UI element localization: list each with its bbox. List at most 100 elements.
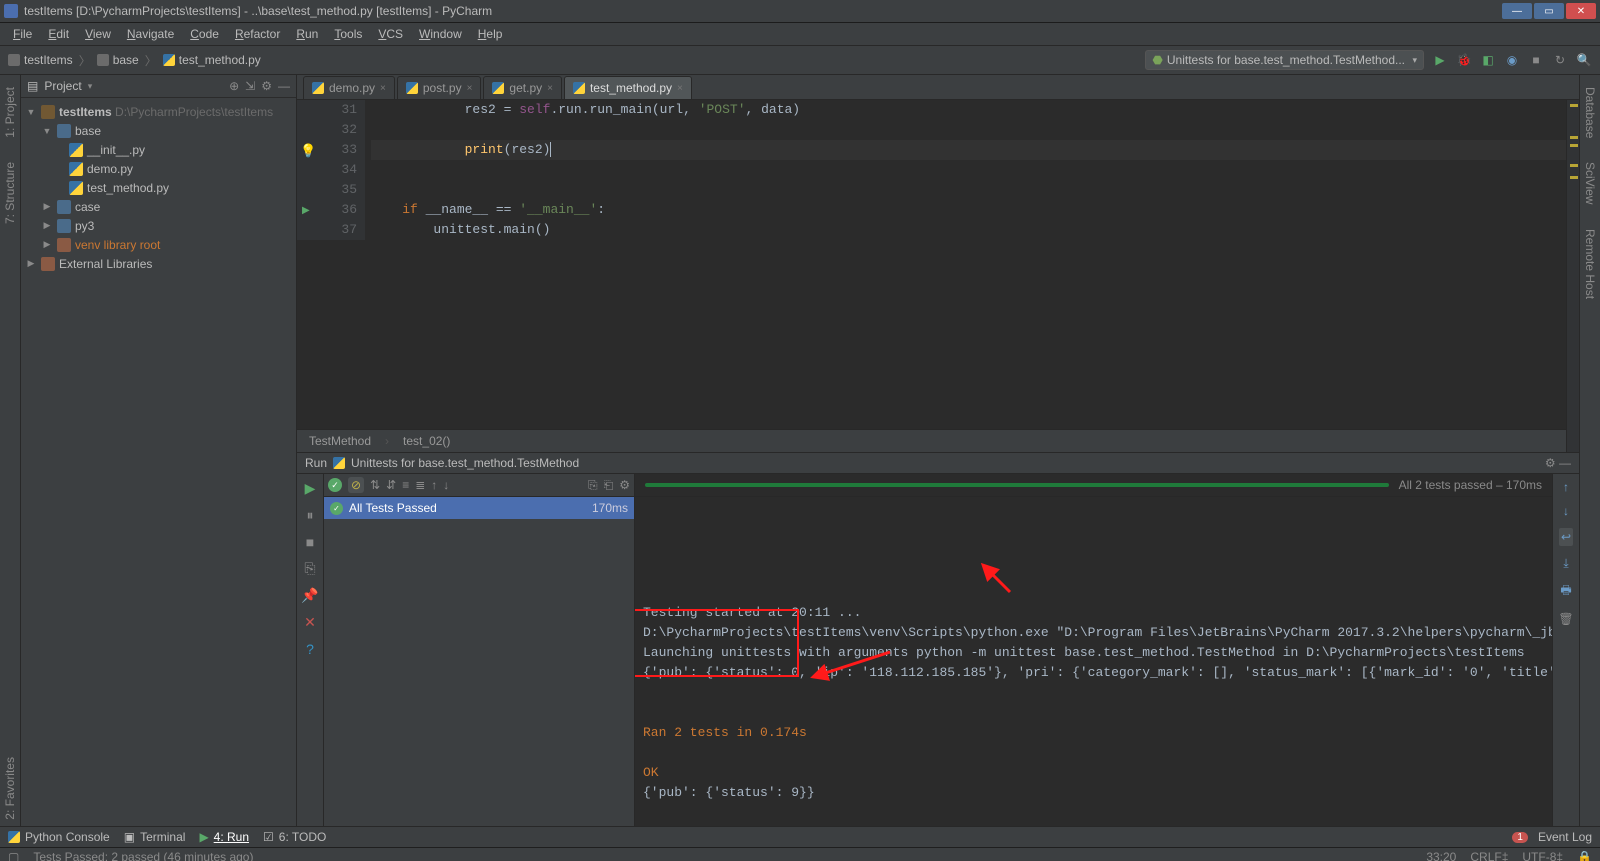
close-tab-icon[interactable]: ×: [677, 83, 683, 94]
bug-icon: ⬣: [1152, 53, 1162, 67]
coverage-button[interactable]: ◧: [1480, 52, 1496, 68]
close-tab-icon[interactable]: ×: [547, 83, 553, 94]
caret-position[interactable]: 33:20: [1426, 850, 1456, 861]
status-collapse-icon[interactable]: ▢: [8, 850, 19, 861]
titlebar: testItems [D:\PycharmProjects\testItems]…: [0, 0, 1600, 23]
gear-icon[interactable]: ⚙: [261, 79, 272, 93]
tool-favorites[interactable]: 2: Favorites: [3, 751, 17, 826]
sort2-icon[interactable]: ⇵: [386, 478, 396, 492]
lock-icon[interactable]: 🔒: [1577, 850, 1592, 861]
dump-button[interactable]: ⎘: [304, 560, 315, 577]
tool-remotehost[interactable]: Remote Host: [1583, 223, 1597, 305]
rerun-button[interactable]: ▶: [305, 480, 316, 497]
maximize-button[interactable]: ▭: [1534, 3, 1564, 19]
run-config-name: Unittests for base.test_method.TestMetho…: [351, 456, 579, 470]
stop-button[interactable]: ■: [306, 534, 314, 550]
close-button[interactable]: ✕: [1566, 3, 1596, 19]
trash-icon[interactable]: 🗑: [1558, 612, 1573, 626]
tool-project[interactable]: 1: Project: [3, 81, 17, 144]
menu-refactor[interactable]: Refactor: [228, 25, 287, 43]
import-icon[interactable]: ⎗: [604, 478, 614, 493]
run-button[interactable]: ▶: [1432, 52, 1448, 68]
editor-tab[interactable]: post.py×: [397, 76, 482, 99]
settings-icon[interactable]: ⚙: [619, 478, 630, 492]
collapse-icon[interactable]: ⇲: [245, 79, 255, 93]
minimize-button[interactable]: —: [1502, 3, 1532, 19]
menu-code[interactable]: Code: [183, 25, 226, 43]
stop-button[interactable]: ■: [1528, 52, 1544, 68]
update-button[interactable]: ↻: [1552, 52, 1568, 68]
menu-view[interactable]: View: [78, 25, 118, 43]
close-tab-icon[interactable]: ×: [380, 83, 386, 94]
editor-marker-bar[interactable]: [1566, 100, 1579, 452]
run-configuration-select[interactable]: ⬣ Unittests for base.test_method.TestMet…: [1145, 50, 1424, 70]
breadcrumb-item[interactable]: base: [97, 53, 139, 67]
menu-tools[interactable]: Tools: [327, 25, 369, 43]
test-root-row[interactable]: ✓ All Tests Passed 170ms: [324, 497, 634, 519]
menu-file[interactable]: File: [6, 25, 39, 43]
tool-sciview[interactable]: SciView: [1583, 156, 1597, 210]
file-encoding[interactable]: UTF-8‡: [1522, 850, 1563, 861]
run-left-toolbar: ▶ ⏸ ■ ⎘ 📌 ✕ ?: [297, 474, 324, 826]
tool-database[interactable]: Database: [1583, 81, 1597, 144]
down-icon[interactable]: ↓: [1563, 504, 1569, 518]
target-icon[interactable]: ⊕: [229, 79, 239, 93]
editor-tab[interactable]: demo.py×: [303, 76, 395, 99]
console-output[interactable]: Testing started at 20:11 ...D:\PycharmPr…: [635, 497, 1552, 826]
menu-help[interactable]: Help: [471, 25, 510, 43]
breadcrumb-item[interactable]: test_method.py: [163, 53, 261, 67]
tab-terminal[interactable]: ▣Terminal: [124, 830, 186, 844]
menu-navigate[interactable]: Navigate: [120, 25, 181, 43]
project-panel: ▤ Project ▾ ⊕ ⇲ ⚙ — ▼testItems D:\Pychar…: [21, 75, 297, 826]
prev-icon[interactable]: ↑: [431, 478, 437, 492]
toggle-button[interactable]: ⏸: [307, 507, 314, 524]
up-icon[interactable]: ↑: [1563, 480, 1569, 494]
test-tree-panel: ✓ ⊘ ⇅ ⇵ ≡ ≣ ↑ ↓ ⎘ ⎗ ⚙ ✓ All Tests Passed: [324, 474, 635, 826]
tab-python-console[interactable]: Python Console: [8, 830, 110, 844]
line-separator[interactable]: CRLF‡: [1470, 850, 1508, 861]
export-icon[interactable]: ⎘: [588, 478, 598, 493]
console-right-toolbar: ↑ ↓ ↩ ⤓ 🖶 🗑: [1552, 474, 1579, 826]
profile-button[interactable]: ◉: [1504, 52, 1520, 68]
line-numbers: 31323334353637: [319, 100, 365, 240]
breadcrumb-item[interactable]: testItems: [8, 53, 73, 67]
print-icon[interactable]: 🖶: [1560, 581, 1571, 602]
status-bar: ▢ Tests Passed: 2 passed (46 minutes ago…: [0, 847, 1600, 861]
menu-edit[interactable]: Edit: [41, 25, 76, 43]
editor-tab[interactable]: get.py×: [483, 76, 562, 99]
next-icon[interactable]: ↓: [443, 478, 449, 492]
failed-filter-icon[interactable]: ⊘: [348, 477, 364, 493]
left-tool-gutter: 1: Project 7: Structure 2: Favorites: [0, 75, 21, 826]
close-button[interactable]: ✕: [304, 614, 316, 631]
run-gutter-icon[interactable]: ▶: [302, 202, 310, 222]
menu-window[interactable]: Window: [412, 25, 469, 43]
collapse-icon[interactable]: ≣: [415, 478, 425, 492]
tab-todo[interactable]: ☑6: TODO: [263, 830, 326, 844]
editor-tab[interactable]: test_method.py×: [564, 76, 692, 99]
tool-structure[interactable]: 7: Structure: [3, 156, 17, 230]
scroll-icon[interactable]: ⤓: [1563, 556, 1568, 571]
code-editor[interactable]: res2 = self.run.run_main(url, 'POST', da…: [365, 100, 1566, 240]
menu-vcs[interactable]: VCS: [371, 25, 410, 43]
tab-run[interactable]: ▶4: Run: [199, 830, 249, 844]
menu-run[interactable]: Run: [289, 25, 325, 43]
tab-eventlog[interactable]: Event Log: [1538, 830, 1592, 844]
hide-icon[interactable]: —: [278, 79, 290, 93]
python-icon: [333, 457, 345, 469]
expand-icon[interactable]: ≡: [402, 478, 409, 492]
bottom-toolbar: Python Console ▣Terminal ▶4: Run ☑6: TOD…: [0, 826, 1600, 847]
editor-breadcrumb[interactable]: TestMethod›test_02(): [297, 429, 1566, 452]
pin-button[interactable]: 📌: [301, 587, 318, 604]
sort-icon[interactable]: ⇅: [370, 478, 380, 492]
help-button[interactable]: ?: [306, 641, 314, 657]
project-panel-title: Project: [44, 79, 81, 93]
project-tree[interactable]: ▼testItems D:\PycharmProjects\testItems …: [21, 98, 296, 277]
wrap-icon[interactable]: ↩: [1559, 528, 1573, 546]
search-button[interactable]: 🔍: [1576, 52, 1592, 68]
run-configuration-label: Unittests for base.test_method.TestMetho…: [1167, 53, 1405, 67]
intention-bulb-icon[interactable]: 💡: [300, 142, 316, 162]
close-tab-icon[interactable]: ×: [467, 83, 473, 94]
debug-button[interactable]: 🐞: [1456, 52, 1472, 68]
passed-filter-icon[interactable]: ✓: [328, 478, 342, 492]
gear-icon[interactable]: ⚙ —: [1545, 456, 1571, 470]
